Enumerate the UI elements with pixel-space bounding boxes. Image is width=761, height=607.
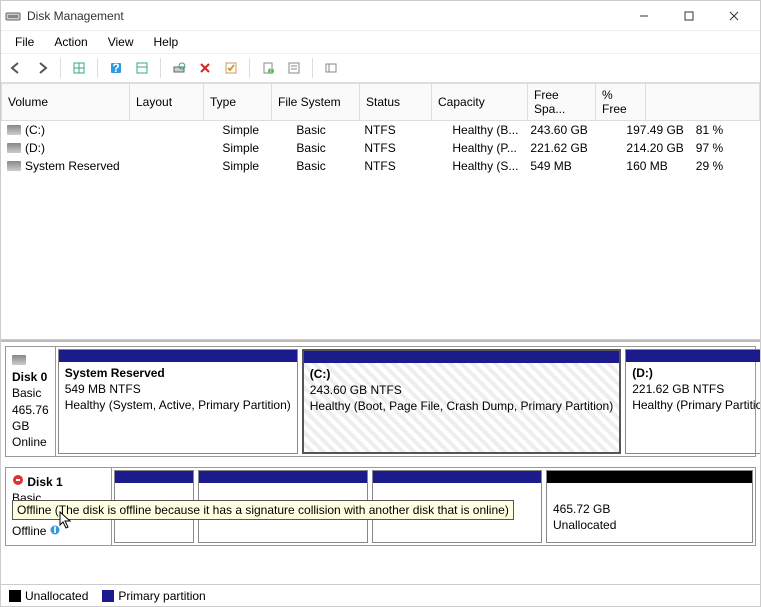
properties-icon[interactable] <box>283 57 305 79</box>
toolbar: ? ↑ <box>1 53 760 83</box>
partition-header <box>304 351 619 363</box>
col-pctfree[interactable]: % Free <box>596 84 646 121</box>
col-status[interactable]: Status <box>360 84 432 121</box>
volume-row[interactable]: System ReservedSimpleBasicNTFSHealthy (S… <box>1 157 760 175</box>
disk-icon <box>7 161 21 171</box>
svg-text:?: ? <box>112 61 119 75</box>
menu-view[interactable]: View <box>100 33 142 51</box>
separator <box>97 58 98 78</box>
col-layout[interactable]: Layout <box>130 84 204 121</box>
separator <box>60 58 61 78</box>
offline-tooltip: Offline (The disk is offline because it … <box>12 500 514 520</box>
disk-icon <box>12 355 26 365</box>
menu-help[interactable]: Help <box>146 33 187 51</box>
window-controls <box>621 2 756 30</box>
maximize-button[interactable] <box>666 2 711 30</box>
disk1-part-unallocated[interactable]: 465.72 GBUnallocated <box>546 470 753 543</box>
col-type[interactable]: Type <box>204 84 272 121</box>
separator <box>249 58 250 78</box>
titlebar: Disk Management <box>1 1 760 31</box>
disk0-part-system-reserved[interactable]: System Reserved549 MB NTFSHealthy (Syste… <box>58 349 298 454</box>
svg-text:↑: ↑ <box>268 63 274 76</box>
col-volume[interactable]: Volume <box>2 84 130 121</box>
disk-0-row[interactable]: Disk 0 Basic 465.76 GB Online System Res… <box>5 346 756 457</box>
grid-icon[interactable] <box>68 57 90 79</box>
check-icon[interactable] <box>220 57 242 79</box>
volume-row[interactable]: (C:)SimpleBasicNTFSHealthy (B...243.60 G… <box>1 121 760 139</box>
forward-icon[interactable] <box>31 57 53 79</box>
partition-header <box>59 350 297 362</box>
partition-header <box>626 350 760 362</box>
volume-row[interactable]: (D:)SimpleBasicNTFSHealthy (P...221.62 G… <box>1 139 760 157</box>
partition-header <box>199 471 367 483</box>
partition-header <box>115 471 193 483</box>
legend-primary: Primary partition <box>102 589 205 603</box>
col-filesystem[interactable]: File System <box>272 84 360 121</box>
col-capacity[interactable]: Capacity <box>432 84 528 121</box>
settings-icon[interactable] <box>320 57 342 79</box>
rescan-icon[interactable] <box>168 57 190 79</box>
help-icon[interactable]: ? <box>105 57 127 79</box>
window-title: Disk Management <box>27 9 621 23</box>
separator <box>160 58 161 78</box>
new-icon[interactable]: ↑ <box>257 57 279 79</box>
separator <box>312 58 313 78</box>
close-button[interactable] <box>711 2 756 30</box>
delete-icon[interactable] <box>194 57 216 79</box>
col-free[interactable]: Free Spa... <box>528 84 596 121</box>
svg-text:i: i <box>53 525 56 535</box>
partition-header <box>547 471 752 483</box>
disk0-part-c[interactable]: (C:)243.60 GB NTFSHealthy (Boot, Page Fi… <box>302 349 621 454</box>
disk0-part-d[interactable]: (D:)221.62 GB NTFSHealthy (Primary Parti… <box>625 349 760 454</box>
partition-header <box>373 471 541 483</box>
back-icon[interactable] <box>5 57 27 79</box>
disk-icon <box>7 125 21 135</box>
volume-list: Volume Layout Type File System Status Ca… <box>1 83 760 340</box>
disk-0-info: Disk 0 Basic 465.76 GB Online <box>6 347 56 456</box>
app-icon <box>5 8 21 24</box>
col-spacer <box>646 84 760 121</box>
legend-unallocated: Unallocated <box>9 589 88 603</box>
minimize-button[interactable] <box>621 2 666 30</box>
disk-graphical-view: Disk 0 Basic 465.76 GB Online System Res… <box>1 340 760 584</box>
info-icon[interactable]: i <box>50 525 60 535</box>
menubar: File Action View Help <box>1 31 760 53</box>
warning-icon <box>12 474 24 486</box>
legend: Unallocated Primary partition <box>1 584 760 606</box>
menu-action[interactable]: Action <box>46 33 95 51</box>
disk-icon <box>7 143 21 153</box>
layout-icon[interactable] <box>131 57 153 79</box>
menu-file[interactable]: File <box>7 33 42 51</box>
